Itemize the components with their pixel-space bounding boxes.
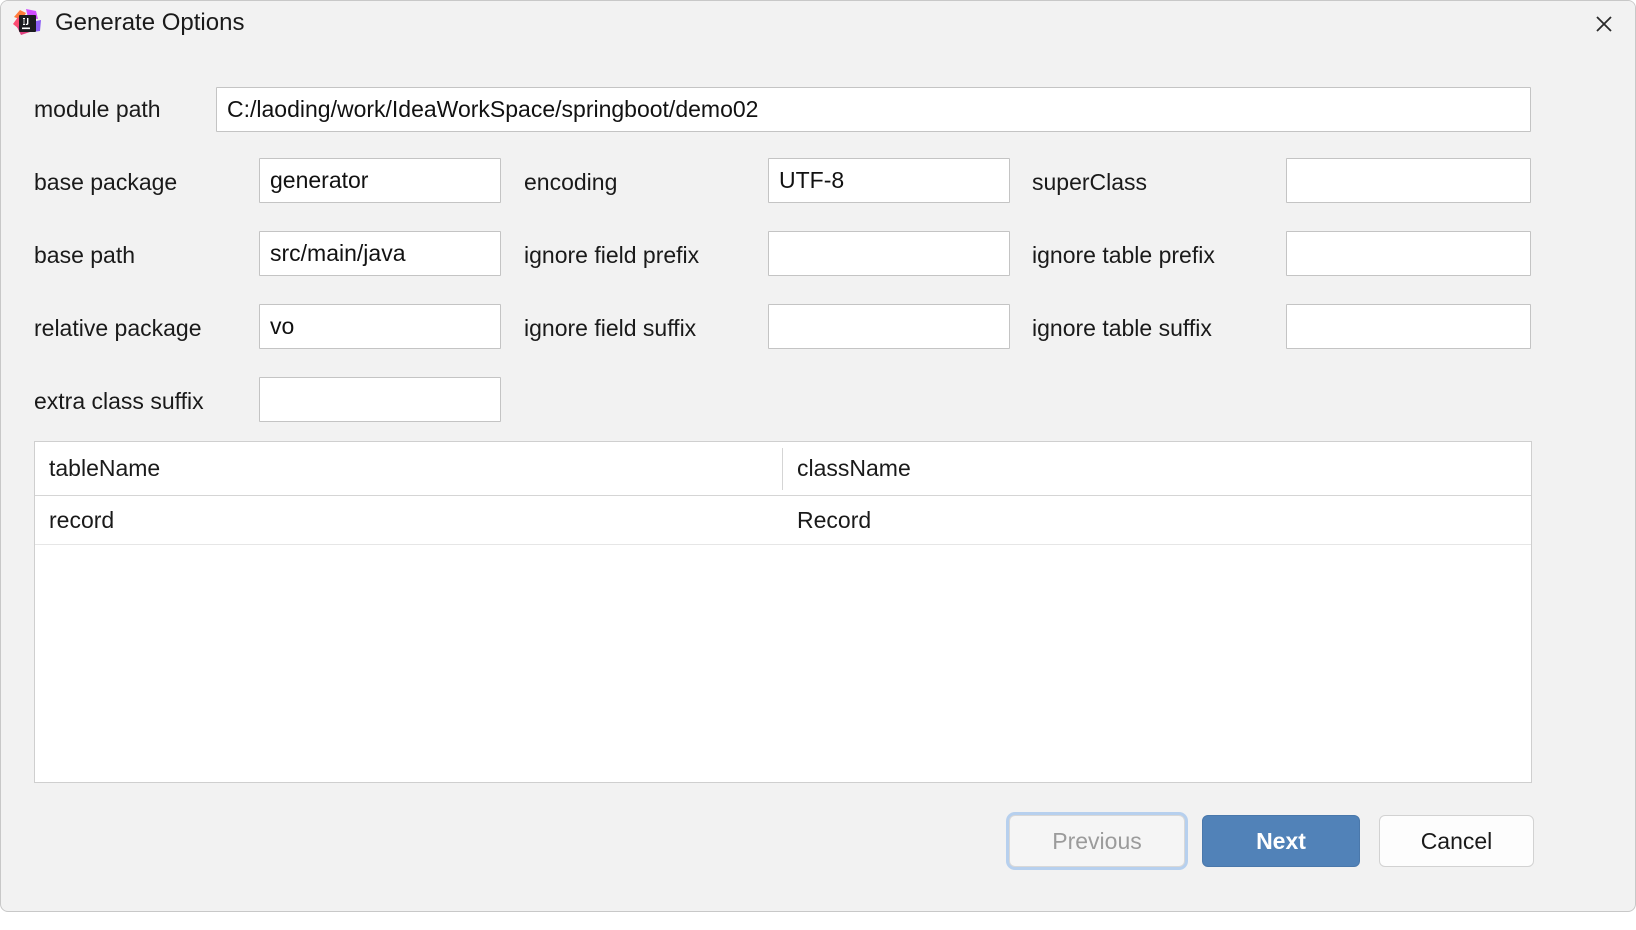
previous-button[interactable]: Previous — [1009, 815, 1185, 867]
module-path-input[interactable] — [216, 87, 1531, 132]
label-ignore-table-prefix: ignore table prefix — [1032, 242, 1215, 268]
ignore-table-suffix-input[interactable] — [1286, 304, 1531, 349]
label-super-class: superClass — [1032, 169, 1148, 195]
tables-table[interactable]: tableName className record Record — [34, 441, 1532, 783]
cancel-button[interactable]: Cancel — [1379, 815, 1534, 867]
window-title: Generate Options — [55, 9, 245, 36]
table-row[interactable]: record Record — [35, 496, 1531, 545]
generate-options-dialog: Generate Options module path base packag… — [0, 0, 1636, 912]
label-ignore-field-prefix: ignore field prefix — [524, 242, 700, 268]
background-window-strip — [0, 914, 1636, 930]
next-button-label: Next — [1256, 827, 1306, 854]
super-class-input[interactable] — [1286, 158, 1531, 203]
encoding-input[interactable] — [768, 158, 1010, 203]
ignore-field-prefix-input[interactable] — [768, 231, 1010, 276]
base-path-input[interactable] — [259, 231, 501, 276]
label-module-path: module path — [34, 96, 161, 122]
cancel-button-label: Cancel — [1420, 827, 1493, 854]
label-base-path: base path — [34, 242, 136, 268]
ignore-table-prefix-input[interactable] — [1286, 231, 1531, 276]
label-relative-package: relative package — [34, 315, 202, 341]
column-header-classname[interactable]: className — [783, 442, 1531, 495]
intellij-idea-icon — [12, 8, 42, 38]
cell-tablename: record — [49, 507, 115, 533]
extra-class-suffix-input[interactable] — [259, 377, 501, 422]
base-package-input[interactable] — [259, 158, 501, 203]
next-button[interactable]: Next — [1202, 815, 1360, 867]
label-base-package: base package — [34, 169, 178, 195]
label-encoding: encoding — [524, 169, 618, 195]
label-extra-class-suffix: extra class suffix — [34, 388, 204, 414]
previous-button-label: Previous — [1052, 827, 1142, 854]
relative-package-input[interactable] — [259, 304, 501, 349]
column-header-tablename[interactable]: tableName — [35, 442, 782, 495]
ignore-field-suffix-input[interactable] — [768, 304, 1010, 349]
table-header-row: tableName className — [35, 442, 1531, 496]
title-bar: Generate Options — [1, 1, 1635, 49]
close-icon[interactable] — [1573, 1, 1635, 47]
label-ignore-field-suffix: ignore field suffix — [524, 315, 697, 341]
cell-classname: Record — [797, 507, 872, 533]
label-ignore-table-suffix: ignore table suffix — [1032, 315, 1212, 341]
